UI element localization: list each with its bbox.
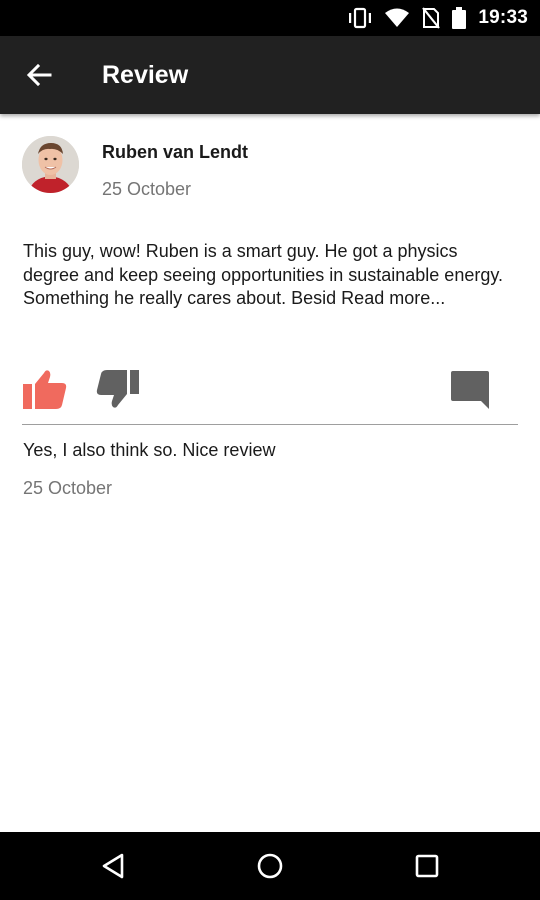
system-nav-bar — [0, 832, 540, 900]
review-text[interactable]: This guy, wow! Ruben is a smart guy. He … — [23, 240, 513, 311]
comment-text: Yes, I also think so. Nice review — [23, 440, 276, 460]
review-actions — [0, 364, 540, 420]
status-clock: 19:33 — [478, 7, 528, 28]
review-date: 25 October — [102, 179, 192, 199]
status-bar: 19:33 — [0, 0, 540, 36]
review-author: Ruben van Lendt 25 October — [22, 136, 522, 206]
nav-recents-button[interactable] — [382, 832, 472, 900]
thumbs-up-icon — [23, 370, 67, 409]
back-button[interactable] — [0, 36, 78, 114]
page-title: Review — [102, 60, 189, 89]
avatar[interactable] — [22, 136, 79, 193]
nav-back-icon — [102, 853, 124, 879]
author-name[interactable]: Ruben van Lendt — [102, 142, 248, 163]
battery-icon — [452, 7, 467, 29]
dislike-button[interactable] — [96, 370, 140, 415]
like-button[interactable] — [22, 368, 68, 415]
comment-button[interactable] — [450, 370, 490, 415]
nav-recents-icon — [415, 854, 439, 878]
nav-home-button[interactable] — [225, 832, 315, 900]
divider — [22, 424, 518, 425]
nav-home-icon — [257, 853, 283, 879]
nav-back-button[interactable] — [68, 832, 158, 900]
no-sim-icon — [422, 7, 441, 29]
thumbs-down-icon — [96, 370, 139, 408]
comment-date: 25 October — [23, 478, 113, 498]
app-bar: Review — [0, 36, 540, 114]
comment-icon — [451, 371, 489, 409]
arrow-back-icon — [26, 63, 52, 87]
wifi-icon — [384, 8, 410, 28]
vibrate-icon — [348, 7, 372, 29]
